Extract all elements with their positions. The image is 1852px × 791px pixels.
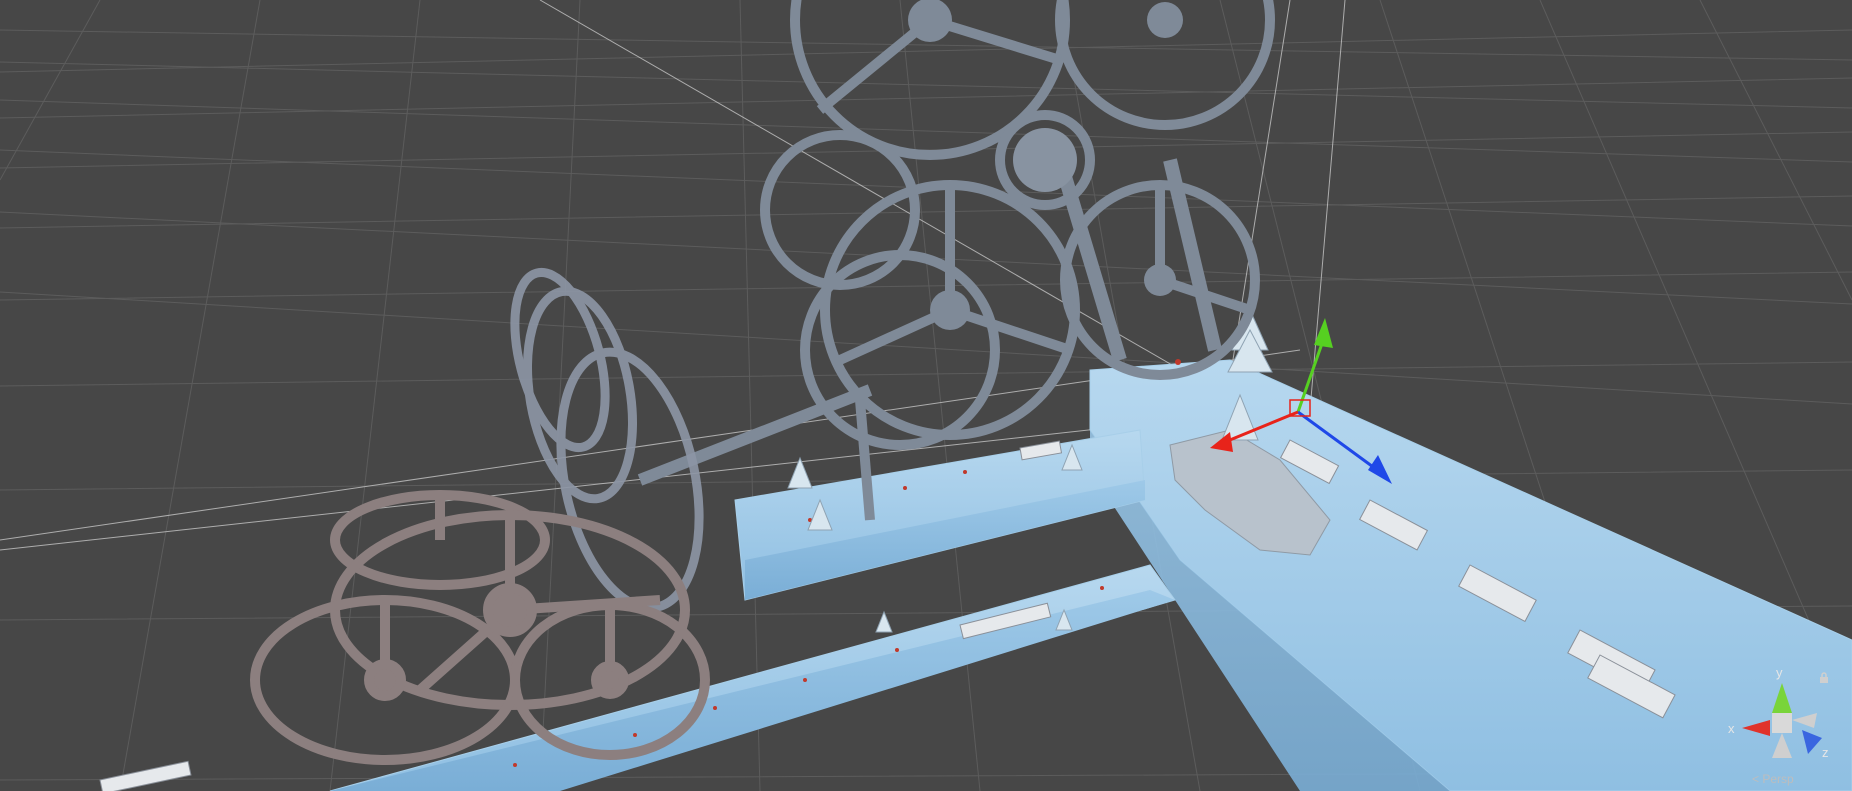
scene-canvas[interactable] <box>0 0 1852 791</box>
lock-icon[interactable] <box>1818 672 1830 684</box>
gizmo-x-cone[interactable] <box>1742 720 1770 736</box>
gizmo-z-cone[interactable] <box>1802 730 1822 754</box>
projection-toggle[interactable]: < Persp <box>1752 772 1794 786</box>
gizmo-neg-y-cone[interactable] <box>1772 733 1792 758</box>
gizmo-y-label: y <box>1776 665 1783 680</box>
gizmo-y-cone[interactable] <box>1772 683 1792 713</box>
gizmo-center-cube[interactable] <box>1772 713 1792 733</box>
gizmo-x-label: x <box>1728 721 1735 736</box>
gizmo-z-label: z <box>1822 745 1829 760</box>
ice-platform-lower[interactable] <box>329 564 1176 791</box>
scene-view[interactable]: y x z < Persp <box>0 0 1852 791</box>
gizmo-neg-x-cone[interactable] <box>1792 713 1817 728</box>
ice-platform-middle[interactable] <box>734 429 1146 601</box>
